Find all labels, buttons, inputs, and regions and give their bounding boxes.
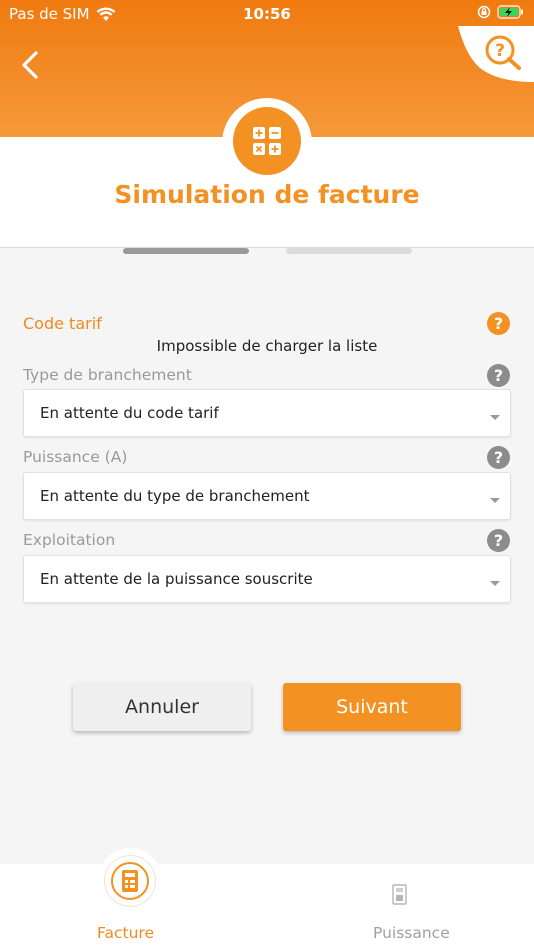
battery-charging-icon xyxy=(497,5,523,19)
exploitation-label: Exploitation xyxy=(23,531,116,549)
step-indicator-2 xyxy=(286,248,412,254)
cancel-button[interactable]: Annuler xyxy=(73,683,251,731)
puissance-help-icon[interactable]: ? xyxy=(487,446,510,469)
svg-text:?: ? xyxy=(495,41,505,61)
calculator-icon xyxy=(253,127,281,155)
chevron-down-icon xyxy=(490,581,500,586)
step-indicator-1 xyxy=(123,248,249,254)
type-branchement-help-icon[interactable]: ? xyxy=(487,364,510,387)
back-arrow-icon[interactable] xyxy=(18,48,48,82)
type-branchement-value: En attente du code tarif xyxy=(40,404,219,422)
tab-facture[interactable] xyxy=(40,848,220,950)
tab-puissance[interactable] xyxy=(320,848,500,950)
calculator-badge xyxy=(233,107,301,175)
puissance-label: Puissance (A) xyxy=(23,448,128,466)
status-bar: Pas de SIM 10:56 xyxy=(0,0,534,28)
puissance-select[interactable]: En attente du type de branchement xyxy=(23,472,511,520)
search-help-icon[interactable]: ? xyxy=(458,26,534,82)
orientation-lock-icon xyxy=(477,5,491,19)
page-title: Simulation de facture xyxy=(114,180,420,209)
chevron-down-icon xyxy=(490,498,500,503)
status-right xyxy=(477,5,525,19)
exploitation-value: En attente de la puissance souscrite xyxy=(40,570,313,588)
type-branchement-select[interactable]: En attente du code tarif xyxy=(23,389,511,437)
code-tarif-help-icon[interactable]: ? xyxy=(487,312,510,335)
code-tarif-error: Impossible de charger la liste xyxy=(156,337,378,355)
puissance-value: En attente du type de branchement xyxy=(40,487,310,505)
next-button[interactable]: Suivant xyxy=(283,683,461,731)
chevron-down-icon xyxy=(490,415,500,420)
exploitation-select[interactable]: En attente de la puissance souscrite xyxy=(23,555,511,603)
status-time: 10:56 xyxy=(243,5,291,23)
header-divider xyxy=(0,247,534,248)
code-tarif-label: Code tarif xyxy=(23,314,102,333)
exploitation-help-icon[interactable]: ? xyxy=(487,529,510,552)
type-branchement-label: Type de branchement xyxy=(23,366,192,384)
